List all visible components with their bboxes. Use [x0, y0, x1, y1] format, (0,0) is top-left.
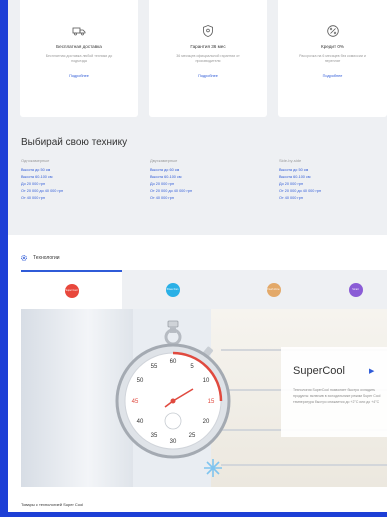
dial-number: 50 — [137, 378, 144, 384]
feature-more-link[interactable]: Подробнее — [198, 74, 218, 78]
choose-section: Выбирай свою технику Однокамерные Высота… — [8, 117, 387, 235]
dial-number: 15 — [208, 399, 215, 405]
tab-power-fan[interactable]: Power Fan — [122, 270, 223, 309]
feature-warranty: Гарантия 36 мес 36 месяцев официальной г… — [149, 0, 267, 117]
filter-link[interactable]: От 40 000 грн — [279, 195, 384, 202]
feature-title: Кредит 0% — [321, 44, 344, 49]
shield-icon — [203, 25, 213, 37]
filter-link[interactable]: От 40 000 грн — [21, 195, 141, 202]
fridge-shelf — [221, 464, 387, 466]
feature-desc: Бесплатная доставка любой техники до под… — [45, 54, 113, 63]
category-head: Двухкамерные — [150, 158, 178, 163]
feature-more-link[interactable]: Подробнее — [323, 74, 343, 78]
filter-link[interactable]: От 20 000 до 40 000 грн — [150, 188, 270, 195]
snowflake-icon — [204, 459, 222, 477]
filter-link[interactable]: Высота 60-100 см — [21, 174, 141, 181]
feature-title: Гарантия 36 мес — [190, 44, 226, 49]
tech-description: Технология SuperCool позволяет быстро ох… — [293, 388, 381, 404]
category-head: Side-by-side — [279, 158, 302, 163]
tech-info-card: SuperCool ▶ Технология SuperCool позволя… — [281, 347, 387, 437]
tech-header: Технологии — [20, 254, 60, 262]
feature-more-link[interactable]: Подробнее — [69, 74, 89, 78]
tab-badge: Super Cool — [64, 283, 79, 298]
category-column: Однокамерные Высота до 50 см Высота 60-1… — [21, 158, 141, 202]
truck-icon — [72, 27, 86, 36]
tab-badge: Smart — [348, 282, 363, 297]
tab-smart[interactable]: Smart — [324, 270, 387, 309]
filter-link[interactable]: От 20 000 до 40 000 грн — [279, 188, 384, 195]
feature-delivery: Бесплатная доставка Бесплатная доставка … — [20, 0, 138, 117]
stopwatch-icon: 60 5 10 15 20 25 30 35 40 45 50 55 — [115, 320, 231, 477]
feature-credit: Кредит 0% Рассрочка на 6 месяцев без ком… — [278, 0, 387, 117]
filter-link[interactable]: Высота 60-100 см — [279, 174, 384, 181]
section-title: Выбирай свою технику — [21, 137, 128, 148]
tech-name: SuperCool — [293, 365, 345, 377]
filter-link[interactable]: Высота до 50 см — [21, 167, 141, 174]
dial-number: 60 — [170, 359, 177, 365]
play-icon[interactable]: ▶ — [369, 367, 374, 375]
filter-link[interactable]: До 20 000 грн — [279, 181, 384, 188]
filter-link[interactable]: Высота 60-100 см — [150, 174, 270, 181]
features-section: Бесплатная доставка Бесплатная доставка … — [8, 0, 387, 117]
dial-number: 35 — [151, 433, 158, 439]
dial-number: 55 — [151, 364, 158, 370]
feature-title: Бесплатная доставка — [56, 44, 102, 49]
feature-desc: Рассрочка на 6 месяцев без комиссии и пе… — [299, 54, 366, 63]
tech-banner: 60 5 10 15 20 25 30 35 40 45 50 55 Super… — [21, 309, 387, 487]
filter-link[interactable]: До 20 000 грн — [21, 181, 141, 188]
category-head: Однокамерные — [21, 158, 50, 163]
dial-number: 25 — [189, 433, 196, 439]
filter-link[interactable]: До 20 000 грн — [150, 181, 270, 188]
percent-icon — [326, 25, 339, 37]
feature-desc: 36 месяцев официальной гарантии от произ… — [176, 54, 240, 63]
filter-link[interactable]: От 40 000 грн — [150, 195, 270, 202]
tab-fresh-zone[interactable]: Fresh Zone — [223, 270, 324, 309]
gear-icon — [21, 255, 27, 261]
dial-number: 10 — [203, 378, 210, 384]
tab-badge: Power Fan — [165, 282, 180, 297]
category-column: Side-by-side Высота до 50 см Высота 60-1… — [279, 158, 384, 202]
filter-link[interactable]: От 20 000 до 40 000 грн — [21, 188, 141, 195]
filter-link[interactable]: Высота до 50 см — [279, 167, 384, 174]
tab-super-cool[interactable]: Super Cool — [21, 270, 122, 309]
tab-badge: Fresh Zone — [266, 282, 281, 297]
tech-title: Технологии — [33, 255, 60, 261]
tech-tabs: Super Cool Power Fan Fresh Zone Smart — [21, 270, 387, 309]
dial-number: 40 — [137, 419, 144, 425]
dial-number: 20 — [203, 419, 210, 425]
category-column: Двухкамерные Высота до 60 см Высота 60-1… — [150, 158, 270, 202]
page: Бесплатная доставка Бесплатная доставка … — [8, 0, 387, 512]
filter-link[interactable]: Высота до 60 см — [150, 167, 270, 174]
products-heading: Товары с технологией Super Cool — [21, 502, 84, 507]
dial-number: 45 — [132, 399, 139, 405]
dial-number: 30 — [170, 439, 177, 445]
